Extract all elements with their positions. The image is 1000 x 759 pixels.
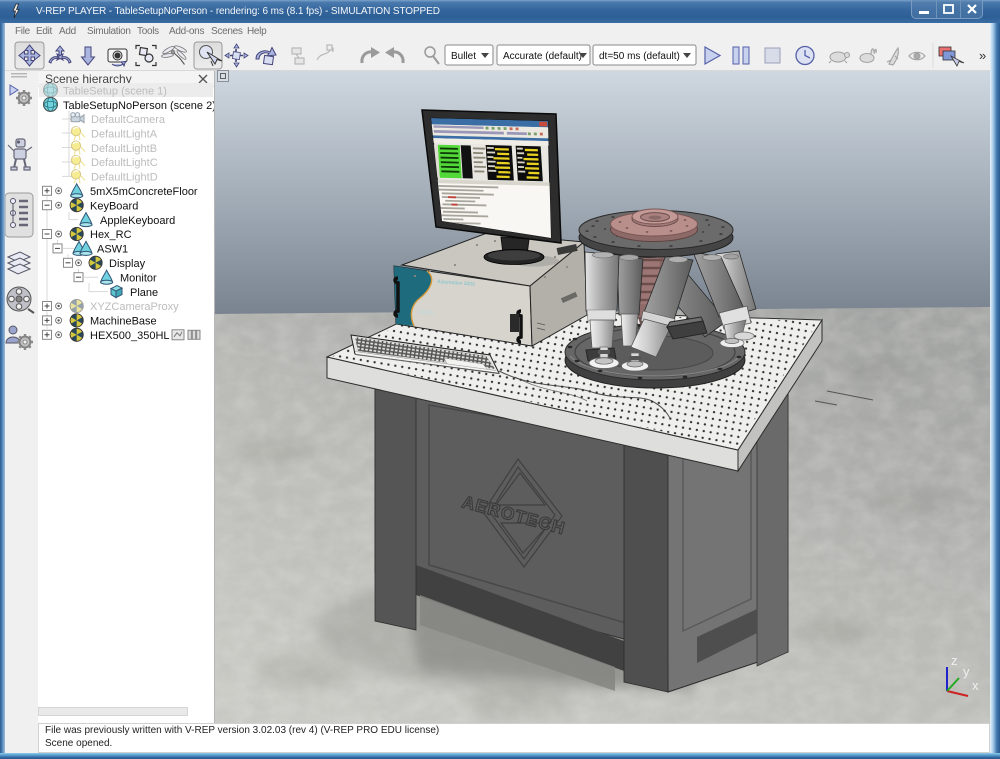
svg-text:5mX5mConcreteFloor: 5mX5mConcreteFloor [90, 186, 198, 198]
svg-text:Accurate (default): Accurate (default) [503, 51, 582, 62]
svg-text:DefaultLightA: DefaultLightA [91, 128, 158, 140]
svg-text:Plane: Plane [130, 287, 158, 299]
svg-text:HEX500_350HL: HEX500_350HL [90, 330, 170, 342]
svg-text:KeyBoard: KeyBoard [90, 200, 138, 212]
svg-text:AppleKeyboard: AppleKeyboard [100, 215, 175, 227]
svg-text:x: x [972, 678, 979, 693]
svg-text:»: » [979, 48, 986, 63]
svg-text:DefaultLightB: DefaultLightB [91, 143, 157, 155]
svg-text:TableSetupNoPerson (scene 2): TableSetupNoPerson (scene 2) [63, 100, 214, 112]
svg-text:Hex_RC: Hex_RC [90, 229, 132, 241]
svg-text:XYZCameraProxy: XYZCameraProxy [90, 301, 179, 313]
svg-text:y: y [963, 664, 970, 679]
svg-text:z: z [951, 653, 958, 668]
svg-text:MachineBase: MachineBase [90, 316, 157, 328]
svg-text:DefaultLightC: DefaultLightC [91, 157, 158, 169]
svg-text:Display: Display [109, 258, 146, 270]
svg-text:TableSetup (scene 1): TableSetup (scene 1) [63, 86, 167, 98]
svg-text:Monitor: Monitor [120, 272, 157, 284]
svg-text:dt=50 ms (default): dt=50 ms (default) [599, 51, 680, 62]
svg-text:DefaultLightD: DefaultLightD [91, 172, 158, 184]
svg-text:ASW1: ASW1 [97, 244, 128, 256]
svg-text:DefaultCamera: DefaultCamera [91, 114, 166, 126]
svg-text:Bullet: Bullet [451, 51, 476, 62]
